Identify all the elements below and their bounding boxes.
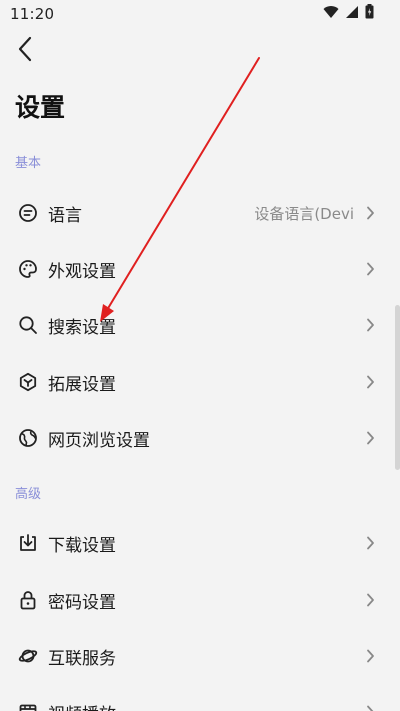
status-bar: 11:20: [0, 0, 400, 28]
signal-icon: [346, 5, 358, 18]
lock-icon: [17, 589, 39, 611]
settings-item-label: 网页浏览设置: [48, 430, 150, 451]
settings-item-browsing[interactable]: 网页浏览设置: [0, 410, 394, 466]
chevron-right-icon: [364, 374, 376, 390]
chevron-right-icon: [364, 261, 376, 277]
scrollbar[interactable]: [395, 0, 400, 711]
chevron-right-icon: [364, 535, 376, 551]
section-header-basic: 基本: [15, 156, 42, 171]
language-value: 设备语言(Devi: [254, 204, 354, 223]
section-header-advanced: 高级: [15, 487, 42, 502]
page-title: 设置: [15, 93, 66, 122]
palette-icon: [17, 258, 39, 280]
status-time: 11:20: [10, 5, 55, 23]
status-icons: [323, 4, 374, 19]
chevron-right-icon: [364, 648, 376, 664]
wifi-icon: [323, 5, 339, 18]
download-icon: [17, 532, 39, 554]
settings-item-label: 互联服务: [48, 648, 116, 669]
globe-icon: [17, 427, 39, 449]
video-icon: [17, 701, 39, 711]
settings-item-video[interactable]: 视频播放: [0, 684, 394, 711]
chevron-right-icon: [364, 205, 376, 221]
extension-icon: [17, 371, 39, 393]
settings-item-label: 外观设置: [48, 261, 116, 282]
settings-item-download[interactable]: 下载设置: [0, 515, 394, 571]
settings-item-extensions[interactable]: 拓展设置: [0, 354, 394, 410]
message-icon: [17, 202, 39, 224]
settings-item-language[interactable]: 语言 设备语言(Devi: [0, 185, 394, 241]
planet-icon: [17, 645, 39, 667]
chevron-right-icon: [364, 317, 376, 333]
back-button[interactable]: [10, 32, 40, 66]
settings-item-label: 密码设置: [48, 592, 116, 613]
settings-item-search[interactable]: 搜索设置: [0, 297, 394, 353]
settings-item-connected-services[interactable]: 互联服务: [0, 628, 394, 684]
settings-item-label: 视频播放: [48, 700, 116, 711]
settings-item-appearance[interactable]: 外观设置: [0, 241, 394, 297]
settings-item-password[interactable]: 密码设置: [0, 572, 394, 628]
chevron-left-icon: [18, 36, 32, 62]
battery-icon: [365, 4, 374, 19]
settings-item-label: 语言: [48, 205, 82, 226]
settings-item-label: 搜索设置: [48, 317, 116, 338]
chevron-right-icon: [364, 430, 376, 446]
search-icon: [17, 314, 39, 336]
settings-item-label: 拓展设置: [48, 374, 116, 395]
settings-item-label: 下载设置: [48, 535, 116, 556]
scrollbar-thumb[interactable]: [395, 305, 400, 470]
chevron-right-icon: [364, 704, 376, 711]
chevron-right-icon: [364, 592, 376, 608]
